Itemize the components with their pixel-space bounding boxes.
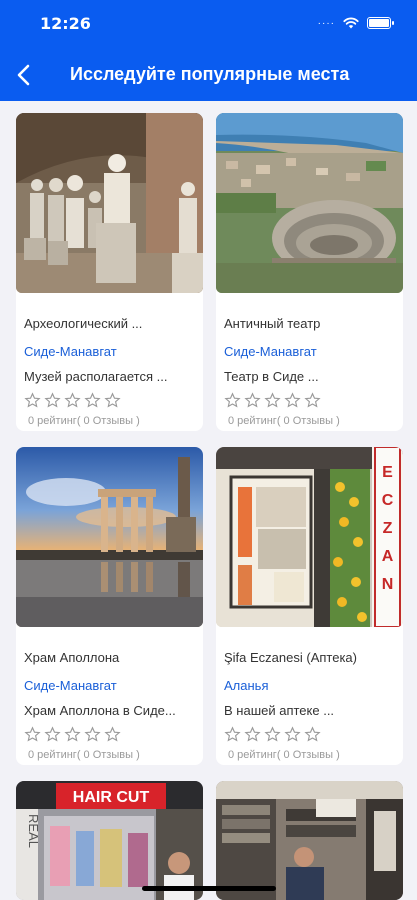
star-icon[interactable]: [244, 726, 261, 743]
svg-text:C: C: [382, 492, 394, 509]
place-image: E C Z A N: [216, 447, 403, 627]
status-time: 12:26: [40, 14, 91, 33]
place-description: Храм Аполлона в Сиде...: [24, 703, 176, 718]
place-location[interactable]: Сиде-Манавгат: [224, 344, 317, 359]
place-image: [16, 447, 203, 627]
star-icon[interactable]: [224, 726, 241, 743]
star-icon[interactable]: [44, 392, 61, 409]
hair-cut-sign: HAIR CUT: [73, 789, 150, 806]
rating-text: 0 рейтинг( 0 Отзывы ): [28, 415, 140, 427]
wifi-icon: [343, 17, 359, 29]
rating-text: 0 рейтинг( 0 Отзывы ): [228, 415, 340, 427]
rating-text: 0 рейтинг( 0 Отзывы ): [28, 749, 140, 761]
star-icon[interactable]: [264, 726, 281, 743]
place-image: [216, 113, 403, 293]
status-icons: ····: [317, 17, 394, 29]
real-sign: REAL: [26, 814, 41, 848]
place-card[interactable]: [216, 781, 403, 900]
svg-text:Z: Z: [383, 520, 393, 537]
star-rating[interactable]: [24, 392, 121, 409]
star-icon[interactable]: [224, 392, 241, 409]
home-indicator[interactable]: [142, 886, 276, 891]
star-icon[interactable]: [84, 392, 101, 409]
star-icon[interactable]: [244, 392, 261, 409]
star-icon[interactable]: [304, 392, 321, 409]
app-header: 12:26 ···· Исследуйте популярные места: [0, 0, 417, 101]
place-image: [216, 781, 403, 900]
place-location[interactable]: Сиде-Манавгат: [24, 678, 117, 693]
rating-text: 0 рейтинг( 0 Отзывы ): [228, 749, 340, 761]
place-name: Археологический ...: [24, 316, 143, 331]
place-name: Şifa Eczanesi (Аптека): [224, 650, 357, 665]
place-name: Храм Аполлона: [24, 650, 120, 665]
svg-text:A: A: [382, 548, 394, 565]
place-location[interactable]: Сиде-Манавгат: [24, 344, 117, 359]
place-description: Театр в Сиде ...: [224, 369, 319, 384]
svg-text:E: E: [382, 464, 393, 481]
battery-icon: [367, 17, 394, 29]
place-image: [16, 113, 203, 293]
signal-icon: ····: [317, 17, 335, 29]
place-card[interactable]: Храм Аполлона Сиде-Манавгат Храм Аполлон…: [16, 447, 203, 765]
place-name: Античный театр: [224, 316, 321, 331]
star-rating[interactable]: [24, 726, 121, 743]
star-icon[interactable]: [104, 392, 121, 409]
star-icon[interactable]: [64, 392, 81, 409]
star-icon[interactable]: [84, 726, 101, 743]
place-card[interactable]: HAIR CUT REAL: [16, 781, 203, 900]
place-card[interactable]: Археологический ... Сиде-Манавгат Музей …: [16, 113, 203, 431]
star-icon[interactable]: [24, 726, 41, 743]
star-icon[interactable]: [24, 392, 41, 409]
star-icon[interactable]: [284, 392, 301, 409]
star-icon[interactable]: [104, 726, 121, 743]
place-image: HAIR CUT REAL: [16, 781, 203, 900]
star-icon[interactable]: [64, 726, 81, 743]
page-title: Исследуйте популярные места: [70, 64, 350, 84]
place-description: Музей располагается ...: [24, 369, 168, 384]
place-card[interactable]: Античный театр Сиде-Манавгат Театр в Сид…: [216, 113, 403, 431]
star-icon[interactable]: [44, 726, 61, 743]
svg-text:N: N: [382, 576, 394, 593]
star-icon[interactable]: [264, 392, 281, 409]
star-rating[interactable]: [224, 392, 321, 409]
place-description: В нашей аптеке ...: [224, 703, 335, 718]
back-arrow-icon[interactable]: [10, 60, 38, 90]
status-bar: 12:26 ····: [0, 14, 417, 34]
star-rating[interactable]: [224, 726, 321, 743]
star-icon[interactable]: [304, 726, 321, 743]
place-card[interactable]: E C Z A N Şifa Eczanesi (Аптека) Аланья …: [216, 447, 403, 765]
place-location[interactable]: Аланья: [224, 678, 268, 693]
star-icon[interactable]: [284, 726, 301, 743]
